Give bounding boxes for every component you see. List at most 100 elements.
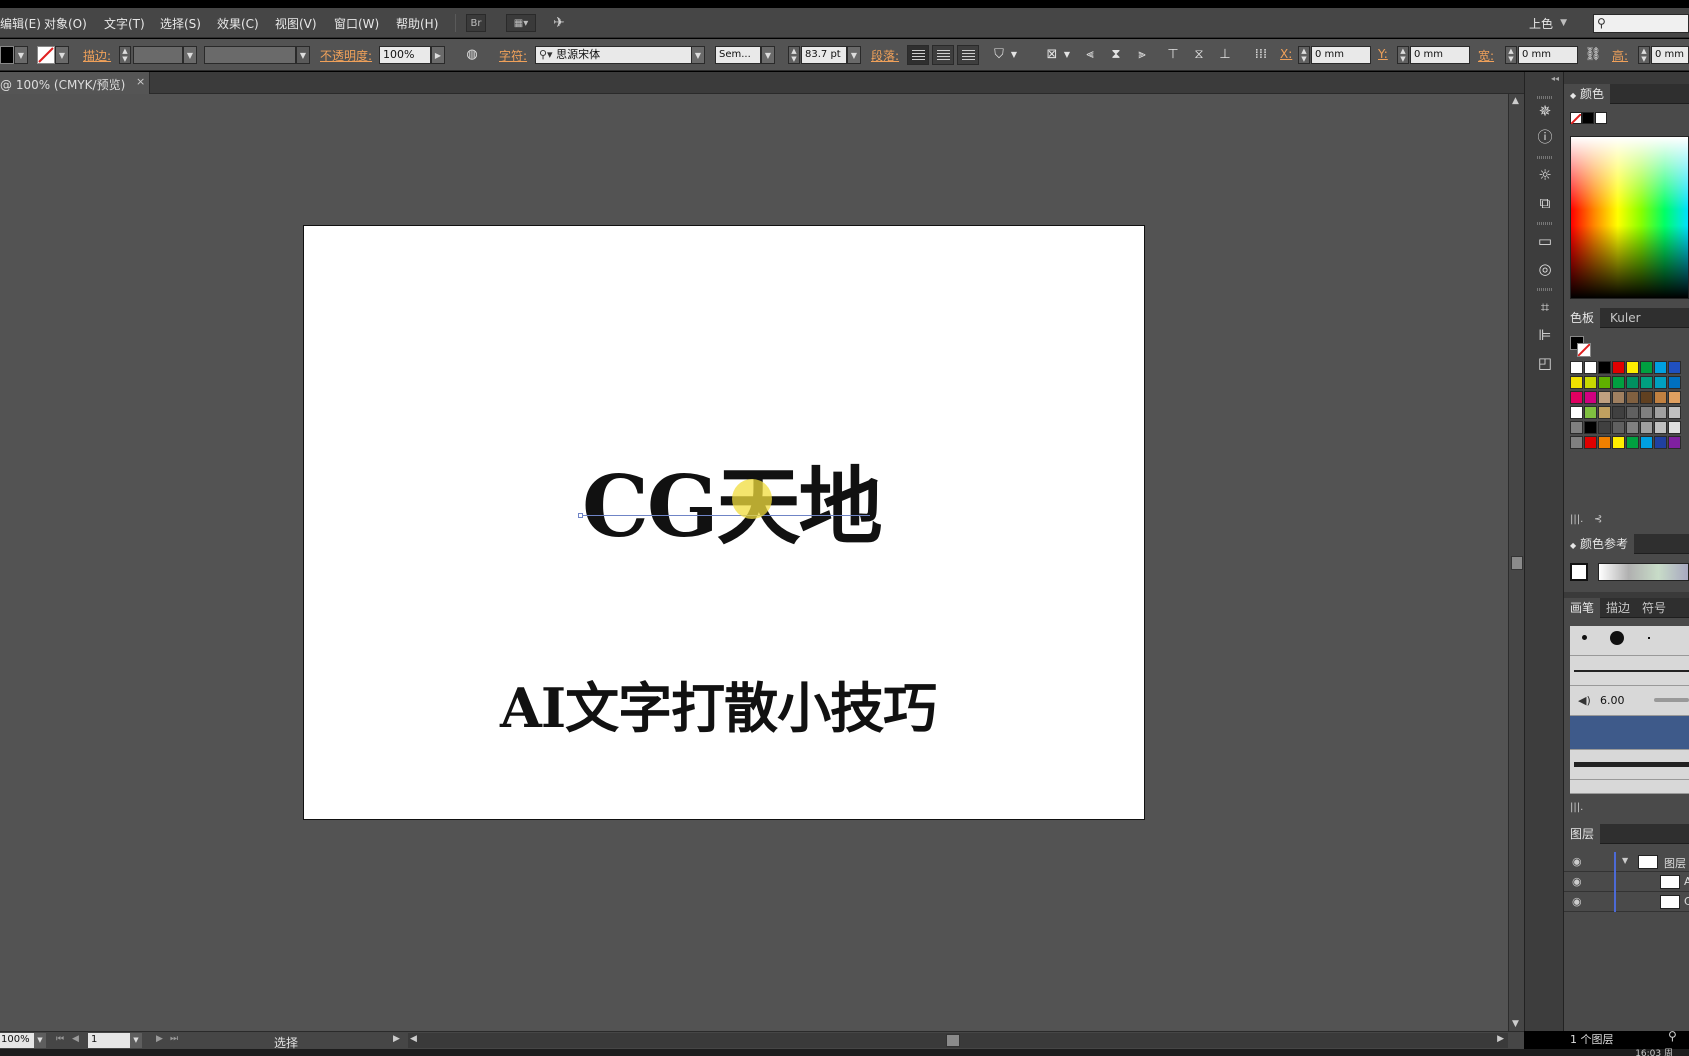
opacity-field[interactable]: 100%	[379, 46, 431, 64]
stroke-label[interactable]: 描边:	[83, 47, 111, 64]
color-swatch[interactable]	[1584, 421, 1597, 434]
brush-row-pattern[interactable]	[1570, 716, 1689, 750]
align-right-button[interactable]	[957, 45, 979, 65]
vertical-scrollbar[interactable]: ▲ ▼	[1508, 94, 1524, 1031]
color-swatch[interactable]	[1584, 361, 1597, 374]
color-swatch[interactable]	[1570, 436, 1583, 449]
artboard-number-field[interactable]: 1	[88, 1033, 130, 1048]
transform-icon[interactable]: ⌗	[1536, 298, 1554, 316]
chevron-down-icon[interactable]: ▼	[1058, 47, 1076, 63]
font-style-dropdown[interactable]: ▼	[761, 46, 775, 64]
brush-dot-small[interactable]	[1582, 635, 1587, 640]
fill-color-swatch[interactable]	[0, 46, 14, 64]
height-field[interactable]: 0 mm	[1651, 46, 1689, 64]
zoom-dropdown[interactable]: ▼	[34, 1033, 46, 1048]
horizontal-scrollbar[interactable]: ◀ ▶	[408, 1033, 1508, 1048]
color-swatch[interactable]	[1640, 421, 1653, 434]
width-label[interactable]: 宽:	[1478, 47, 1494, 64]
width-field[interactable]: 0 mm	[1518, 46, 1578, 64]
gradient-icon[interactable]: ▭	[1536, 232, 1554, 250]
align-top-edges-icon[interactable]: ⊤	[1164, 47, 1182, 63]
color-swatch[interactable]	[1668, 421, 1681, 434]
color-swatch[interactable]	[1654, 421, 1667, 434]
color-swatch[interactable]	[1640, 361, 1653, 374]
artboard-dropdown[interactable]: ▼	[130, 1033, 142, 1048]
height-label[interactable]: 高:	[1612, 47, 1628, 64]
last-artboard-icon[interactable]: ⏭	[170, 1034, 178, 1044]
color-swatch[interactable]	[1570, 406, 1583, 419]
color-swatch[interactable]	[1598, 376, 1611, 389]
align-vertical-center-icon[interactable]: ⧖	[1190, 47, 1208, 63]
chevron-down-icon[interactable]: ▼	[1560, 18, 1567, 28]
color-swatch[interactable]	[1626, 421, 1639, 434]
brush-dot-tiny[interactable]	[1648, 637, 1650, 639]
tab-color[interactable]: ◆ 颜色	[1564, 84, 1610, 104]
color-swatch[interactable]	[1598, 406, 1611, 419]
color-swatch[interactable]	[1640, 391, 1653, 404]
menu-object[interactable]: 对象(O)	[44, 15, 87, 32]
sun-icon[interactable]: ☼	[1536, 166, 1554, 184]
color-swatch[interactable]	[1654, 376, 1667, 389]
color-swatch[interactable]	[1612, 391, 1625, 404]
font-size-field[interactable]: 83.7 pt	[801, 46, 847, 64]
color-swatch[interactable]	[1626, 406, 1639, 419]
color-swatch[interactable]	[1612, 361, 1625, 374]
color-swatch[interactable]	[1668, 436, 1681, 449]
align-left-edges-icon[interactable]: ⫷	[1081, 47, 1099, 63]
color-swatch[interactable]	[1612, 406, 1625, 419]
color-swatch[interactable]	[1612, 436, 1625, 449]
color-swatch[interactable]	[1570, 376, 1583, 389]
tab-layers[interactable]: 图层	[1564, 824, 1601, 844]
bridge-button[interactable]: Br	[466, 14, 486, 32]
color-swatch[interactable]	[1598, 436, 1611, 449]
color-swatch[interactable]	[1584, 376, 1597, 389]
layer-name[interactable]: 图层	[1664, 855, 1686, 871]
color-swatch[interactable]	[1570, 391, 1583, 404]
scroll-left-icon[interactable]: ◀	[410, 1034, 417, 1044]
tab-stroke[interactable]: 描边	[1600, 598, 1636, 618]
text-anchor-point[interactable]	[578, 513, 583, 518]
font-family-field[interactable]: ⚲▾ 思源宋体	[535, 46, 705, 64]
font-size-stepper[interactable]: ▲ ▼	[788, 46, 800, 64]
layer-row[interactable]: ◉ A	[1564, 872, 1689, 892]
color-swatch[interactable]	[1598, 391, 1611, 404]
color-swatch[interactable]	[1640, 376, 1653, 389]
tab-swatches[interactable]: 色板	[1564, 308, 1601, 328]
eye-icon[interactable]: ◉	[1572, 875, 1582, 888]
next-artboard-icon[interactable]: ▶	[156, 1034, 163, 1044]
align-icon[interactable]: ⊫	[1536, 326, 1554, 344]
variable-width-profile[interactable]	[204, 46, 296, 64]
color-panel-header[interactable]: ◆ 颜色	[1564, 84, 1689, 104]
color-swatch[interactable]	[1612, 376, 1625, 389]
menu-view[interactable]: 视图(V)	[275, 15, 317, 32]
tab-kuler[interactable]: Kuler	[1604, 308, 1647, 328]
search-icon[interactable]: ⚲	[1668, 1029, 1677, 1043]
align-right-edges-icon[interactable]: ⫸	[1133, 47, 1151, 63]
collapse-panels-icon[interactable]: ◂◂	[1551, 74, 1559, 83]
color-spectrum[interactable]	[1570, 136, 1689, 299]
color-guide-header[interactable]: ◆ 颜色参考	[1564, 534, 1689, 554]
horizontal-scroll-thumb[interactable]	[946, 1034, 960, 1047]
color-swatch[interactable]	[1668, 391, 1681, 404]
previous-artboard-icon[interactable]: ◀	[72, 1034, 79, 1044]
symbols-sprayer-icon[interactable]: ✵	[1536, 102, 1554, 120]
zoom-field[interactable]: 100%	[0, 1033, 34, 1048]
layer-name[interactable]: C	[1684, 895, 1689, 908]
font-family-dropdown[interactable]: ▼	[691, 46, 705, 64]
menu-select[interactable]: 选择(S)	[160, 15, 201, 32]
brush-row-extra[interactable]	[1570, 780, 1689, 794]
brush-dot-large[interactable]	[1610, 631, 1624, 645]
reference-point-icon[interactable]: ⁞⁞⁞	[1252, 47, 1270, 63]
paragraph-label[interactable]: 段落:	[871, 47, 899, 64]
color-swatch[interactable]	[1626, 436, 1639, 449]
base-color-swatch[interactable]	[1570, 563, 1588, 581]
dock-grip[interactable]	[1537, 156, 1553, 159]
align-horizontal-center-icon[interactable]: ⧗	[1107, 47, 1125, 63]
stroke-swatch[interactable]	[1577, 343, 1591, 357]
layer-row[interactable]: ◉ ▼ 图层	[1564, 852, 1689, 872]
x-field[interactable]: 0 mm	[1311, 46, 1371, 64]
dock-grip[interactable]	[1537, 288, 1553, 291]
opacity-label[interactable]: 不透明度:	[320, 47, 372, 64]
menu-type[interactable]: 文字(T)	[104, 15, 145, 32]
stroke-weight-dropdown[interactable]: ▼	[183, 46, 197, 64]
